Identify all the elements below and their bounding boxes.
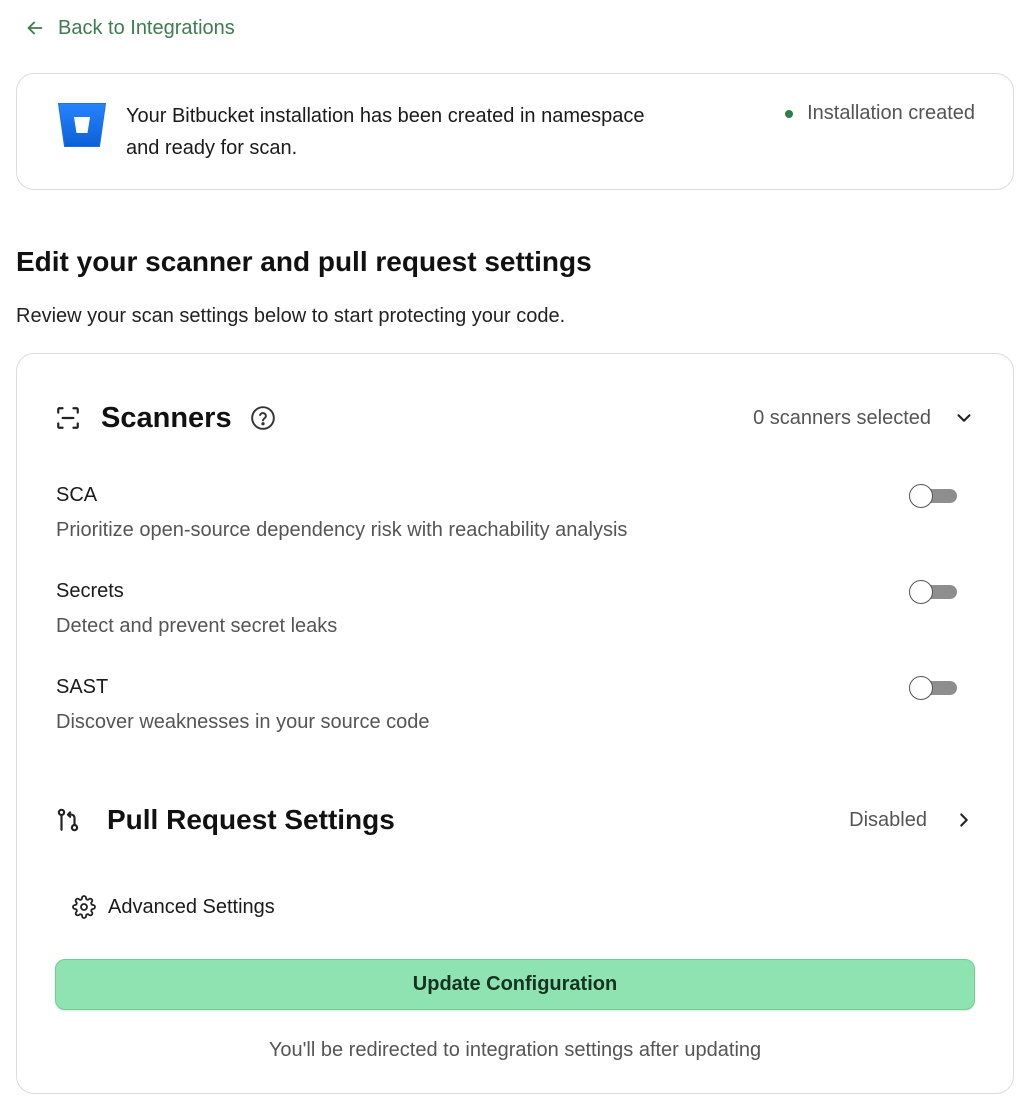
installation-message: Your Bitbucket installation has been cre…	[126, 105, 645, 159]
update-configuration-button[interactable]: Update Configuration	[55, 959, 975, 1010]
redirect-note: You'll be redirected to integration sett…	[268, 1039, 762, 1061]
pull-request-title: Pull Request Settings	[107, 804, 395, 835]
secrets-toggle[interactable]	[909, 580, 957, 604]
settings-card: Scanners 0 scanners selected SCA Priorit…	[16, 353, 1014, 1094]
advanced-settings-button[interactable]: Advanced Settings	[72, 892, 275, 922]
scanner-description: Discover weaknesses in your source code	[56, 711, 430, 733]
scanner-name: SAST	[56, 676, 109, 698]
scanners-count: 0 scanners selected	[753, 406, 931, 429]
settings-title: Edit your scanner and pull request setti…	[16, 246, 592, 277]
back-link-label: Back to Integrations	[58, 16, 235, 39]
scanner-row-secrets: Secrets Detect and prevent secret leaks	[56, 577, 957, 647]
installation-status-label: Installation created	[807, 102, 975, 124]
scanners-title: Scanners	[101, 401, 232, 434]
help-circle-icon[interactable]	[250, 405, 276, 431]
scanner-name: Secrets	[56, 580, 124, 602]
arrow-left-icon	[27, 21, 43, 35]
back-to-integrations-link[interactable]: Back to Integrations	[24, 14, 235, 42]
gear-icon	[72, 895, 96, 919]
chevron-down-icon[interactable]	[953, 407, 975, 429]
git-pull-request-icon	[57, 808, 79, 832]
scanner-description: Prioritize open-source dependency risk w…	[56, 519, 628, 541]
sca-toggle[interactable]	[909, 484, 957, 508]
advanced-settings-label: Advanced Settings	[108, 895, 275, 918]
scanner-row-sca: SCA Prioritize open-source dependency ri…	[56, 481, 957, 551]
pull-request-status: Disabled	[849, 808, 927, 831]
sast-toggle[interactable]	[909, 676, 957, 700]
scanner-name: SCA	[56, 484, 98, 506]
pull-request-settings-row[interactable]: Pull Request Settings Disabled	[55, 802, 975, 838]
status-dot-icon	[785, 109, 794, 118]
scanner-description: Detect and prevent secret leaks	[56, 615, 338, 637]
installation-status: Installation created	[785, 102, 975, 125]
bitbucket-logo-icon	[57, 103, 107, 147]
settings-subtitle: Review your scan settings below to start…	[16, 305, 566, 327]
scan-frame-icon	[57, 407, 79, 429]
chevron-right-icon[interactable]	[953, 809, 975, 831]
scanner-row-sast: SAST Discover weaknesses in your source …	[56, 673, 957, 743]
installation-card: Your Bitbucket installation has been cre…	[16, 73, 1014, 190]
scanners-header: Scanners 0 scanners selected	[55, 400, 975, 436]
